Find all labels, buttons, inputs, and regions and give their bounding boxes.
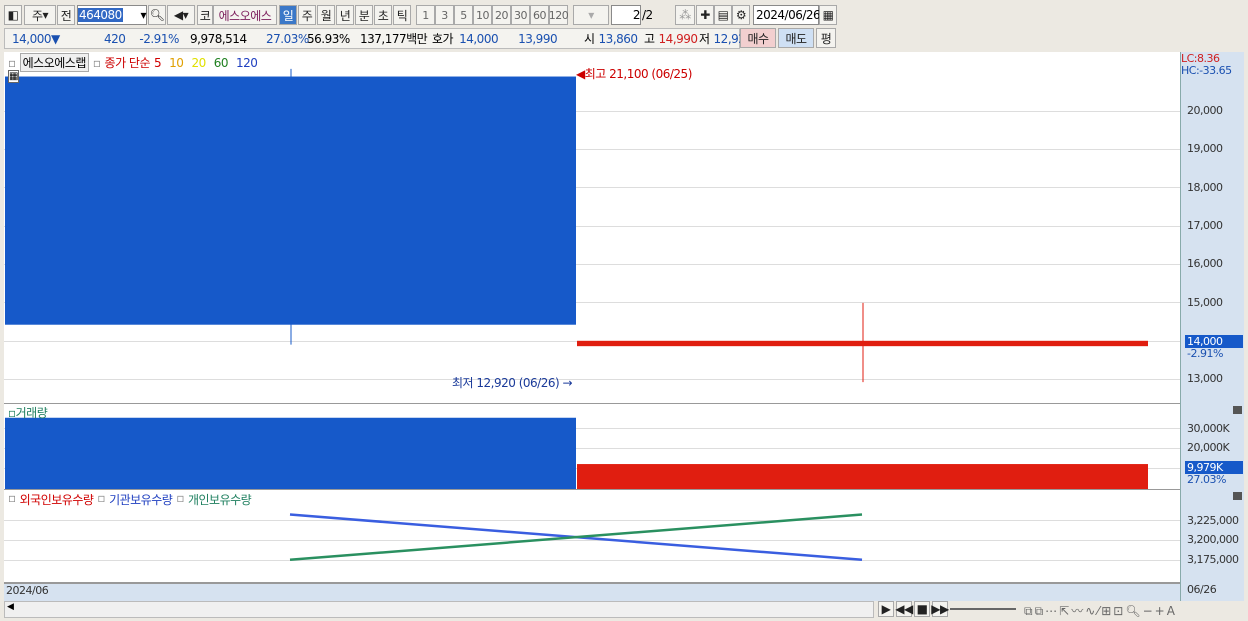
plus-icon: + (1154, 604, 1167, 618)
speed-slider[interactable] (950, 608, 1016, 610)
scrollbar[interactable]: ◀ (4, 601, 874, 618)
candle-body (577, 340, 1148, 347)
price-tick: 18,000 (1187, 180, 1223, 194)
ma-120[interactable]: 120 (236, 56, 258, 70)
minus-icon: − (1142, 604, 1155, 618)
legend-item[interactable]: 외국인보유수량 (20, 491, 94, 508)
ma-10[interactable]: 10 (169, 56, 184, 70)
price-tick: 13,000 (1187, 372, 1223, 386)
price-tick: 19,000 (1187, 142, 1223, 156)
price-axis[interactable]: LC:8.36 HC:-33.65 20,000 19,000 18,000 17,0… (1180, 52, 1244, 404)
zoom-icon: 🔍︎ (1125, 604, 1143, 618)
play-icon[interactable]: ▶ (878, 601, 894, 617)
candle-body (5, 76, 576, 325)
ma-5[interactable]: 5 (154, 56, 162, 70)
price-tick: 15,000 (1187, 295, 1223, 309)
tick: 3,175,000 (1187, 553, 1239, 566)
tick: 3,200,000 (1187, 533, 1239, 546)
volume-title[interactable]: ▫거래량 (8, 404, 48, 421)
ma-60[interactable]: 60 (214, 56, 229, 70)
tick: 3,225,000 (1187, 514, 1239, 527)
legend-item[interactable]: 개인보유수량 (188, 491, 252, 508)
chart-svg (5, 68, 1148, 562)
tick: 20,000K (1187, 441, 1230, 454)
min-note: 최저 12,920 (06/26) → (452, 376, 573, 390)
stop-icon[interactable]: ■ (914, 601, 930, 617)
close-panel-icon[interactable] (1233, 406, 1242, 414)
drawing-tools[interactable]: ⧉⧉⋯⇱〰∿⁄⊞⊡🔍︎−+A (1024, 602, 1177, 619)
playback-controls[interactable]: ▶ ◀◀ ■ ▶▶ (878, 601, 949, 617)
price-tick: 17,000 (1187, 218, 1223, 232)
close-panel-icon[interactable] (1233, 492, 1242, 500)
volume-pct: 27.03% (1187, 473, 1226, 486)
font-icon: A (1166, 604, 1177, 618)
date-axis-right: 06/26 (1180, 583, 1244, 601)
forward-icon[interactable]: ▶▶ (931, 601, 949, 617)
hc-value: HC:-33.65 (1181, 64, 1232, 77)
volume-bar (577, 464, 1148, 489)
rewind-icon[interactable]: ◀◀ (895, 601, 913, 617)
table-icon[interactable]: ▦ (8, 70, 19, 83)
ma-label[interactable]: 종가 단순 (105, 54, 151, 71)
tick: 30,000K (1187, 422, 1230, 435)
volume-bar (5, 417, 576, 489)
holding-axis[interactable]: 3,225,000 3,200,000 3,175,000 (1180, 490, 1244, 583)
volume-axis[interactable]: 30,000K 20,000K 9,979K 27.03% (1180, 404, 1244, 490)
ma-20[interactable]: 20 (191, 56, 206, 70)
max-note: ◀최고 21,100 (06/25) (576, 67, 692, 81)
price-tick: 16,000 (1187, 257, 1223, 271)
stock-title[interactable]: 에스오에스랩 (19, 53, 89, 72)
current-pct-label: -2.91% (1187, 347, 1223, 360)
legend-item[interactable]: 기관보유수량 (109, 491, 173, 508)
price-tick: 20,000 (1187, 104, 1223, 117)
